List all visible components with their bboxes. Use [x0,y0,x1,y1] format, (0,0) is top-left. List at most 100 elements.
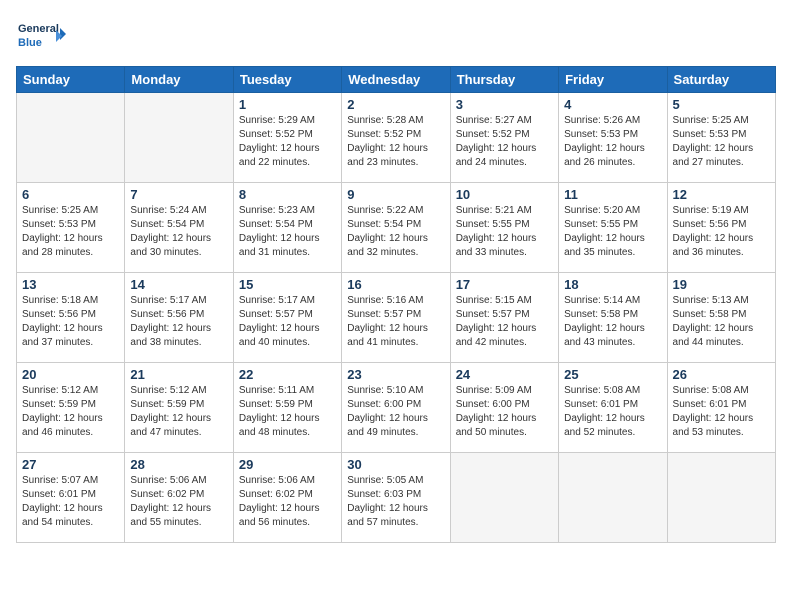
day-info: Sunrise: 5:17 AMSunset: 5:57 PMDaylight:… [239,294,336,350]
calendar-cell: 7 Sunrise: 5:24 AMSunset: 5:54 PMDaylight… [125,183,233,273]
day-number: 15 [239,277,336,292]
day-info: Sunrise: 5:27 AMSunset: 5:52 PMDaylight:… [456,114,553,170]
day-number: 1 [239,97,336,112]
logo-svg: General Blue [16,16,66,56]
day-info: Sunrise: 5:12 AMSunset: 5:59 PMDaylight:… [130,384,227,440]
calendar-cell: 14Sunrise: 5:17 AMSunset: 5:56 PMDayligh… [125,273,233,363]
day-info: Sunrise: 5:14 AMSunset: 5:58 PMDaylight:… [564,294,661,350]
calendar-cell: 6 Sunrise: 5:25 AMSunset: 5:53 PMDaylight… [17,183,125,273]
day-number: 27 [22,457,119,472]
calendar-cell [559,453,667,543]
weekday-header: Tuesday [233,67,341,93]
day-info: Sunrise: 5:24 AMSunset: 5:54 PMDaylight:… [130,204,227,260]
weekday-header: Wednesday [342,67,450,93]
svg-text:Blue: Blue [18,37,42,49]
calendar-cell: 8Sunrise: 5:23 AMSunset: 5:54 PMDaylight… [233,183,341,273]
day-info: Sunrise: 5:15 AMSunset: 5:57 PMDaylight:… [456,294,553,350]
calendar-table: SundayMondayTuesdayWednesdayThursdayFrid… [16,66,776,543]
weekday-header: Monday [125,67,233,93]
day-number: 13 [22,277,119,292]
day-number: 14 [130,277,227,292]
weekday-header: Sunday [17,67,125,93]
calendar-cell [125,93,233,183]
day-info: Sunrise: 5:21 AMSunset: 5:55 PMDaylight:… [456,204,553,260]
day-info: Sunrise: 5:11 AMSunset: 5:59 PMDaylight:… [239,384,336,440]
calendar-cell: 15 Sunrise: 5:17 AMSunset: 5:57 PMDayligh… [233,273,341,363]
calendar-cell: 23 Sunrise: 5:10 AMSunset: 6:00 PMDayligh… [342,363,450,453]
calendar-cell: 20Sunrise: 5:12 AMSunset: 5:59 PMDayligh… [17,363,125,453]
calendar-cell: 3 Sunrise: 5:27 AMSunset: 5:52 PMDaylight… [450,93,558,183]
day-info: Sunrise: 5:13 AMSunset: 5:58 PMDaylight:… [673,294,770,350]
day-number: 9 [347,187,444,202]
calendar-cell: 29 Sunrise: 5:06 AMSunset: 6:02 PMDayligh… [233,453,341,543]
day-number: 22 [239,367,336,382]
calendar-cell: 21 Sunrise: 5:12 AMSunset: 5:59 PMDayligh… [125,363,233,453]
day-number: 19 [673,277,770,292]
day-info: Sunrise: 5:19 AMSunset: 5:56 PMDaylight:… [673,204,770,260]
day-info: Sunrise: 5:08 AMSunset: 6:01 PMDaylight:… [673,384,770,440]
calendar-cell [17,93,125,183]
calendar-cell: 18 Sunrise: 5:14 AMSunset: 5:58 PMDayligh… [559,273,667,363]
day-number: 2 [347,97,444,112]
weekday-header: Thursday [450,67,558,93]
calendar-cell: 9 Sunrise: 5:22 AMSunset: 5:54 PMDaylight… [342,183,450,273]
day-number: 11 [564,187,661,202]
day-number: 30 [347,457,444,472]
day-number: 5 [673,97,770,112]
day-info: Sunrise: 5:29 AMSunset: 5:52 PMDaylight:… [239,114,336,170]
calendar-cell: 5 Sunrise: 5:25 AMSunset: 5:53 PMDaylight… [667,93,775,183]
day-info: Sunrise: 5:25 AMSunset: 5:53 PMDaylight:… [22,204,119,260]
day-info: Sunrise: 5:09 AMSunset: 6:00 PMDaylight:… [456,384,553,440]
day-number: 10 [456,187,553,202]
calendar-cell: 4 Sunrise: 5:26 AMSunset: 5:53 PMDaylight… [559,93,667,183]
calendar-cell: 30 Sunrise: 5:05 AMSunset: 6:03 PMDayligh… [342,453,450,543]
day-number: 17 [456,277,553,292]
day-number: 4 [564,97,661,112]
day-info: Sunrise: 5:08 AMSunset: 6:01 PMDaylight:… [564,384,661,440]
page-header: General Blue [16,16,776,56]
day-info: Sunrise: 5:25 AMSunset: 5:53 PMDaylight:… [673,114,770,170]
day-number: 3 [456,97,553,112]
day-info: Sunrise: 5:16 AMSunset: 5:57 PMDaylight:… [347,294,444,350]
day-number: 16 [347,277,444,292]
day-number: 21 [130,367,227,382]
calendar-cell: 2Sunrise: 5:28 AMSunset: 5:52 PMDaylight… [342,93,450,183]
day-number: 20 [22,367,119,382]
day-number: 18 [564,277,661,292]
calendar-cell: 19 Sunrise: 5:13 AMSunset: 5:58 PMDayligh… [667,273,775,363]
calendar-cell: 28Sunrise: 5:06 AMSunset: 6:02 PMDayligh… [125,453,233,543]
week-row: 27 Sunrise: 5:07 AMSunset: 6:01 PMDayligh… [17,453,776,543]
calendar-cell: 10 Sunrise: 5:21 AMSunset: 5:55 PMDayligh… [450,183,558,273]
day-info: Sunrise: 5:20 AMSunset: 5:55 PMDaylight:… [564,204,661,260]
calendar-cell: 26 Sunrise: 5:08 AMSunset: 6:01 PMDayligh… [667,363,775,453]
week-row: 6 Sunrise: 5:25 AMSunset: 5:53 PMDaylight… [17,183,776,273]
day-info: Sunrise: 5:06 AMSunset: 6:02 PMDaylight:… [239,474,336,530]
day-number: 26 [673,367,770,382]
weekday-header: Friday [559,67,667,93]
day-info: Sunrise: 5:23 AMSunset: 5:54 PMDaylight:… [239,204,336,260]
logo: General Blue [16,16,66,56]
day-number: 6 [22,187,119,202]
day-number: 23 [347,367,444,382]
day-info: Sunrise: 5:07 AMSunset: 6:01 PMDaylight:… [22,474,119,530]
calendar-cell: 17 Sunrise: 5:15 AMSunset: 5:57 PMDayligh… [450,273,558,363]
day-info: Sunrise: 5:10 AMSunset: 6:00 PMDaylight:… [347,384,444,440]
day-info: Sunrise: 5:18 AMSunset: 5:56 PMDaylight:… [22,294,119,350]
day-number: 24 [456,367,553,382]
day-number: 25 [564,367,661,382]
day-number: 7 [130,187,227,202]
calendar-cell: 22 Sunrise: 5:11 AMSunset: 5:59 PMDayligh… [233,363,341,453]
day-info: Sunrise: 5:06 AMSunset: 6:02 PMDaylight:… [130,474,227,530]
day-number: 12 [673,187,770,202]
week-row: 1 Sunrise: 5:29 AMSunset: 5:52 PMDaylight… [17,93,776,183]
day-info: Sunrise: 5:22 AMSunset: 5:54 PMDaylight:… [347,204,444,260]
day-info: Sunrise: 5:05 AMSunset: 6:03 PMDaylight:… [347,474,444,530]
calendar-cell: 16 Sunrise: 5:16 AMSunset: 5:57 PMDayligh… [342,273,450,363]
calendar-cell: 24 Sunrise: 5:09 AMSunset: 6:00 PMDayligh… [450,363,558,453]
day-info: Sunrise: 5:26 AMSunset: 5:53 PMDaylight:… [564,114,661,170]
calendar-cell: 1 Sunrise: 5:29 AMSunset: 5:52 PMDaylight… [233,93,341,183]
calendar-cell: 27 Sunrise: 5:07 AMSunset: 6:01 PMDayligh… [17,453,125,543]
day-number: 29 [239,457,336,472]
weekday-header: Saturday [667,67,775,93]
calendar-cell [667,453,775,543]
